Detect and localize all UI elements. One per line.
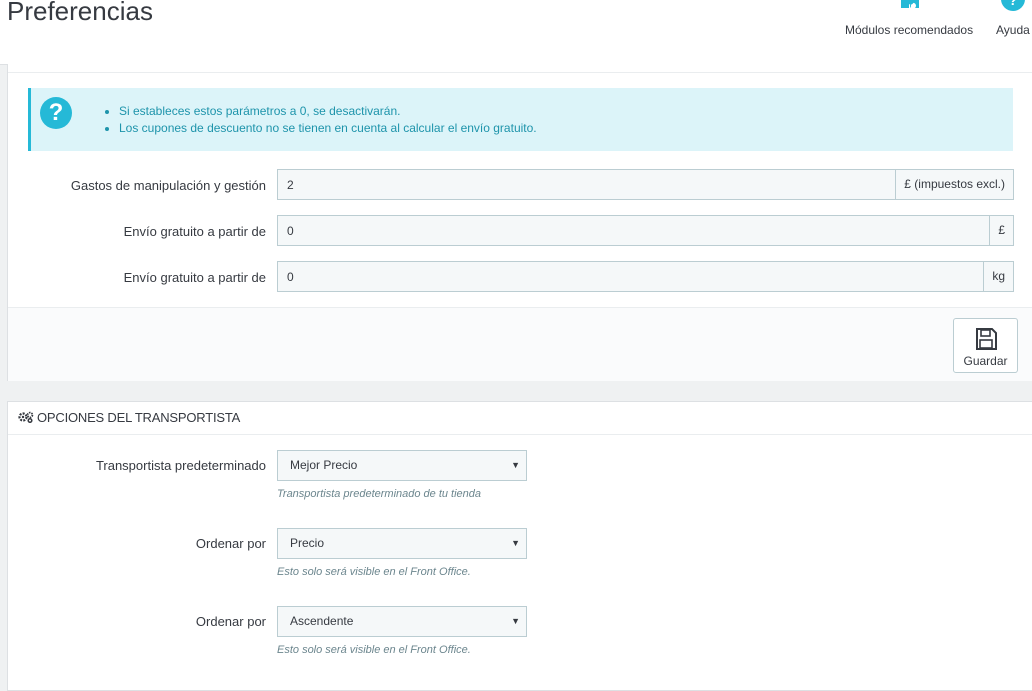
- free-shipping-price-label: Envío gratuito a partir de: [123, 224, 266, 239]
- sort-by-select[interactable]: Precio ▼: [277, 528, 527, 559]
- panel-footer: Guardar: [8, 307, 1032, 381]
- save-icon: [975, 328, 997, 350]
- recommended-modules-button[interactable]: Módulos recomendados: [845, 0, 973, 37]
- recommended-modules-label: Módulos recomendados: [845, 23, 974, 37]
- question-icon: ?: [40, 97, 72, 129]
- panel-divider: [8, 72, 1032, 73]
- sort-order-select[interactable]: Ascendente ▼: [277, 606, 527, 637]
- alert-item: Los cupones de descuento no se tienen en…: [105, 120, 537, 137]
- caret-down-icon: ▼: [511, 460, 520, 470]
- sort-by-label: Ordenar por: [195, 536, 266, 551]
- default-carrier-label: Transportista predeterminado: [95, 458, 266, 473]
- weight-unit-addon: kg: [983, 262, 1013, 291]
- handling-cost-group: £ (impuestos excl.): [277, 169, 1014, 200]
- currency-tax-addon: £ (impuestos excl.): [895, 170, 1013, 199]
- free-shipping-price-group: £: [277, 215, 1014, 246]
- free-shipping-price-input[interactable]: [278, 216, 990, 245]
- select-value: Ascendente: [290, 614, 354, 628]
- alert-item: Si estableces estos parámetros a 0, se d…: [105, 103, 537, 120]
- select-value: Precio: [290, 536, 325, 550]
- panel-title: OPCIONES DEL TRANSPORTISTA: [37, 410, 241, 425]
- page-header: Preferencias Módulos recomendados ? Ayud…: [0, 0, 1032, 65]
- alert-list: Si estableces estos parámetros a 0, se d…: [105, 103, 537, 137]
- help-button[interactable]: ? Ayuda: [996, 0, 1030, 37]
- help-text: Esto solo será visible en el Front Offic…: [277, 644, 471, 656]
- puzzle-icon: [845, 0, 973, 22]
- handling-cost-label: Gastos de manipulación y gestión: [70, 178, 266, 193]
- help-text: Transportista predeterminado de tu tiend…: [277, 488, 482, 500]
- select-value: Mejor Precio: [290, 458, 358, 472]
- save-button[interactable]: Guardar: [953, 318, 1018, 373]
- free-shipping-weight-group: kg: [277, 261, 1014, 292]
- handling-panel: ? Si estableces estos parámetros a 0, se…: [7, 64, 1032, 381]
- caret-down-icon: ▼: [511, 616, 520, 626]
- page-title: Preferencias: [7, 0, 153, 26]
- info-alert: ? Si estableces estos parámetros a 0, se…: [28, 88, 1013, 151]
- handling-cost-input[interactable]: [278, 170, 896, 199]
- help-icon: ?: [996, 0, 1030, 22]
- svg-text:?: ?: [1009, 0, 1018, 8]
- currency-addon: £: [989, 216, 1013, 245]
- free-shipping-weight-label: Envío gratuito a partir de: [123, 270, 266, 285]
- panel-heading: OPCIONES DEL TRANSPORTISTA: [8, 402, 1032, 435]
- sort-order-label: Ordenar por: [195, 614, 266, 629]
- help-text: Esto solo será visible en el Front Offic…: [277, 566, 471, 578]
- free-shipping-weight-input[interactable]: [278, 262, 984, 291]
- save-label: Guardar: [963, 354, 1008, 368]
- carrier-options-panel: OPCIONES DEL TRANSPORTISTA Transportista…: [7, 401, 1032, 691]
- default-carrier-select[interactable]: Mejor Precio ▼: [277, 450, 527, 481]
- caret-down-icon: ▼: [511, 538, 520, 548]
- help-label: Ayuda: [996, 23, 1030, 37]
- gears-icon: [18, 403, 34, 435]
